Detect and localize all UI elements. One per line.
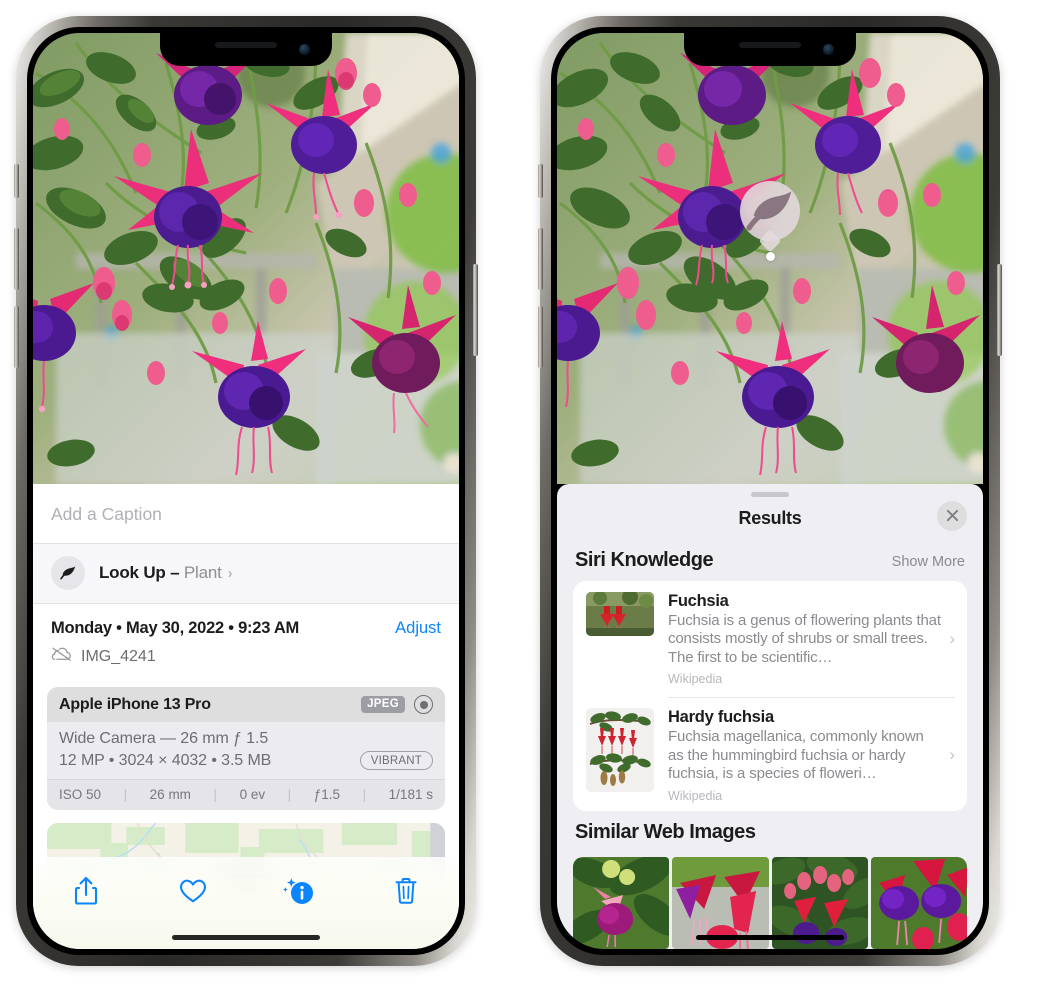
sparkle-icon: ✦ (33, 540, 36, 555)
screen-right: Results Siri Knowledge Show More Fuchsia… (557, 33, 983, 949)
result-source: Wikipedia (668, 788, 723, 803)
leaf-icon[interactable] (740, 181, 800, 241)
info-button[interactable] (273, 871, 325, 911)
caption-input[interactable]: Add a Caption (33, 484, 459, 544)
exif-footer: ISO 50 | 26 mm | 0 ev | ƒ1.5 | 1/181 s (47, 779, 445, 810)
earpiece-speaker (215, 42, 277, 48)
chevron-right-icon: › (227, 564, 233, 582)
result-title: Fuchsia (668, 591, 729, 610)
exif-header-badges: JPEG (361, 695, 433, 714)
metadata-date-row: Monday • May 30, 2022 • 9:23 AM Adjust (51, 619, 441, 638)
filename-row: IMG_4241 (51, 646, 441, 667)
photo-fuchsia-left[interactable] (33, 33, 459, 484)
favorite-button[interactable] (167, 871, 219, 911)
close-button[interactable] (937, 500, 967, 531)
phone-bezel-right: Results Siri Knowledge Show More Fuchsia… (551, 27, 989, 955)
show-more-button[interactable]: Show More (892, 554, 965, 570)
result-thumbnail (586, 708, 654, 793)
visual-look-up-badge[interactable] (740, 181, 800, 261)
web-image-4[interactable] (870, 857, 967, 949)
capture-date: Monday • May 30, 2022 • 9:23 AM (51, 619, 300, 637)
screen-left: Add a Caption ✦ ✦ Look Up – Plant (33, 33, 459, 949)
notch-right (684, 33, 856, 66)
result-description: Fuchsia magellanica, commonly known as t… (668, 728, 924, 783)
siri-knowledge-card: Fuchsia Fuchsia is a genus of flowering … (573, 580, 967, 811)
results-sheet: Results Siri Knowledge Show More Fuchsia… (557, 484, 983, 949)
exif-iso: ISO 50 (59, 787, 102, 802)
web-image-1[interactable] (573, 857, 670, 949)
look-up-subject: Plant (183, 563, 222, 582)
result-body: Fuchsia Fuchsia is a genus of flowering … (668, 592, 949, 686)
siri-knowledge-header: Siri Knowledge Show More (557, 539, 983, 581)
earpiece-speaker (739, 42, 801, 48)
notch-left (160, 33, 332, 66)
share-button[interactable] (60, 871, 112, 911)
exif-body: Wide Camera — 26 mm ƒ 1.5 12 MP • 3024 ×… (47, 722, 445, 779)
result-body: Hardy fuchsia Fuchsia magellanica, commo… (668, 708, 949, 802)
iphone-right: Results Siri Knowledge Show More Fuchsia… (538, 16, 1002, 966)
exif-aperture: ƒ1.5 (313, 787, 341, 802)
exif-header: Apple iPhone 13 Pro JPEG (47, 687, 445, 722)
image-specs: 12 MP • 3024 × 4032 • 3.5 MB (59, 751, 272, 769)
iphone-left: Add a Caption ✦ ✦ Look Up – Plant (14, 16, 478, 966)
result-source: Wikipedia (668, 672, 723, 687)
divider: | (362, 787, 367, 802)
raw-aperture-icon (414, 695, 433, 714)
divider: | (287, 787, 292, 802)
leaf-icon (51, 556, 85, 590)
photo-fuchsia-right[interactable] (557, 33, 983, 484)
volume-up-button[interactable] (14, 228, 19, 290)
volume-up-button[interactable] (538, 228, 543, 290)
photo-metadata: Monday • May 30, 2022 • 9:23 AM Adjust I… (33, 604, 459, 675)
close-icon (946, 510, 958, 522)
photographic-style-badge: VIBRANT (359, 751, 433, 770)
results-header: Results (557, 497, 983, 539)
result-title: Hardy fuchsia (668, 708, 774, 727)
exif-focal: 26 mm (149, 787, 191, 802)
format-badge: JPEG (361, 696, 405, 713)
exif-specs-row: 12 MP • 3024 × 4032 • 3.5 MB VIBRANT (59, 751, 433, 770)
result-thumbnail (586, 591, 654, 636)
silence-switch[interactable] (14, 164, 19, 198)
volume-down-button[interactable] (14, 306, 19, 368)
home-indicator[interactable] (696, 934, 844, 940)
exif-shutter: 1/181 s (388, 787, 433, 802)
chevron-right-icon: › (949, 629, 955, 649)
look-up-anchor-dot (765, 252, 775, 261)
silence-switch[interactable] (538, 164, 543, 198)
lens-info: Wide Camera — 26 mm ƒ 1.5 (59, 730, 269, 747)
divider: | (213, 787, 218, 802)
photo-info-sheet: Add a Caption ✦ ✦ Look Up – Plant (33, 484, 459, 949)
screenshot-stage: Add a Caption ✦ ✦ Look Up – Plant (0, 0, 1055, 985)
result-description: Fuchsia is a genus of flowering plants t… (668, 611, 941, 666)
filename: IMG_4241 (81, 647, 156, 665)
icloud-slash-icon (51, 646, 73, 667)
volume-down-button[interactable] (538, 306, 543, 368)
chevron-right-icon: › (949, 745, 955, 765)
exif-card[interactable]: Apple iPhone 13 Pro JPEG Wide Camera — 2… (47, 687, 445, 810)
front-camera-icon (823, 44, 834, 55)
look-up-row[interactable]: ✦ ✦ Look Up – Plant › (33, 540, 459, 604)
section-title-similar-web-images: Similar Web Images (575, 821, 756, 843)
device-name: Apple iPhone 13 Pro (59, 695, 211, 713)
exif-ev: 0 ev (239, 787, 266, 802)
delete-button[interactable] (380, 871, 432, 911)
section-title-siri-knowledge: Siri Knowledge (575, 548, 714, 571)
power-button[interactable] (997, 264, 1002, 356)
adjust-button[interactable]: Adjust (395, 619, 441, 638)
similar-web-images-header: Similar Web Images (557, 811, 983, 853)
results-title: Results (738, 507, 802, 528)
divider: | (123, 787, 128, 802)
home-indicator[interactable] (172, 934, 320, 940)
list-item[interactable]: Hardy fuchsia Fuchsia magellanica, commo… (573, 697, 967, 811)
front-camera-icon (299, 44, 310, 55)
look-up-label: Look Up – Plant (99, 563, 222, 583)
list-item[interactable]: Fuchsia Fuchsia is a genus of flowering … (573, 581, 967, 697)
look-up-title: Look Up – (99, 563, 180, 582)
power-button[interactable] (473, 264, 478, 356)
phone-bezel-left: Add a Caption ✦ ✦ Look Up – Plant (27, 27, 465, 955)
